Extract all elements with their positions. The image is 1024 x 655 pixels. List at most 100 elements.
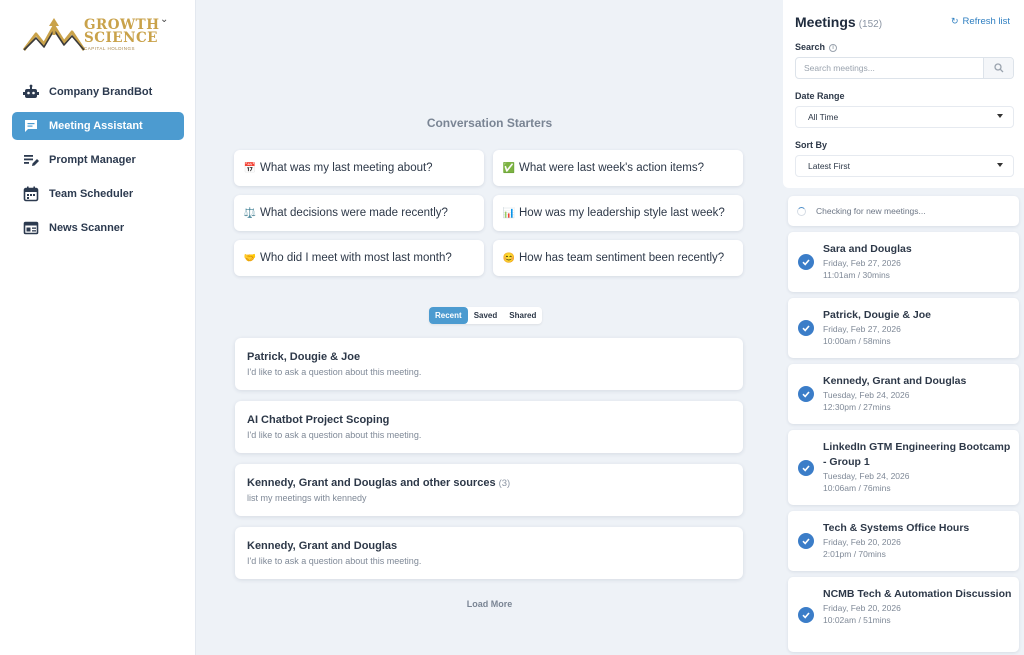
meeting-card[interactable]: Kennedy, Grant and Douglas Tuesday, Feb … (788, 364, 1019, 424)
meeting-title: Tech & Systems Office Hours (823, 522, 970, 534)
sidebar-item-label: Company BrandBot (49, 86, 153, 98)
sidebar-item-company-brandbot[interactable]: Company BrandBot (12, 78, 184, 106)
smile-emoji-icon: 😊 (502, 252, 516, 264)
handshake-emoji-icon: 🤝 (243, 252, 257, 264)
conversation-title: Patrick, Dougie & Joe (247, 351, 743, 363)
meetings-count: (152) (858, 19, 883, 30)
checkmark-icon (798, 460, 814, 476)
conversation-item[interactable]: AI Chatbot Project Scoping I'd like to a… (235, 401, 743, 453)
starter-text: What decisions were made recently? (260, 207, 448, 219)
main-content: Conversation Starters 📅 What was my last… (197, 0, 782, 655)
conversation-item[interactable]: Kennedy, Grant and Douglas I'd like to a… (235, 527, 743, 579)
starter-text: Who did I meet with most last month? (260, 252, 452, 264)
meeting-card[interactable]: LinkedIn GTM Engineering Bootcamp - Grou… (788, 430, 1019, 505)
conversation-subtitle: I'd like to ask a question about this me… (247, 367, 422, 377)
sort-by-select[interactable]: Latest First (795, 155, 1014, 177)
checking-status-text: Checking for new meetings... (816, 206, 926, 216)
meeting-title: Sara and Douglas (823, 243, 912, 255)
brand-logo[interactable]: GROWTH SCIENCE CAPITAL HOLDINGS (22, 14, 182, 56)
meeting-card[interactable]: Sara and Douglas Friday, Feb 27, 2026 11… (788, 232, 1019, 292)
brand-name-line2: SCIENCE (84, 30, 158, 47)
meetings-panel: Meetings(152) ↻ Refresh list Searchi Dat… (783, 0, 1024, 655)
info-icon[interactable]: i (829, 43, 838, 52)
meeting-date: Friday, Feb 27, 2026 (823, 258, 901, 268)
tab-shared[interactable]: Shared (503, 307, 542, 324)
meeting-date: Tuesday, Feb 24, 2026 (823, 390, 910, 400)
checkmark-icon (798, 320, 814, 336)
calendar-icon (22, 186, 40, 202)
checkmark-icon (798, 607, 814, 623)
meeting-card[interactable]: Patrick, Dougie & Joe Friday, Feb 27, 20… (788, 298, 1019, 358)
sidebar-nav: Company BrandBot Meeting Assistant Promp… (12, 78, 184, 248)
meeting-time: 10:00am / 58mins (823, 336, 891, 346)
sort-by-label: Sort By (795, 140, 828, 150)
conversation-subtitle: I'd like to ask a question about this me… (247, 556, 422, 566)
search-label-row: Search i (795, 42, 838, 52)
meeting-title: Patrick, Dougie & Joe (823, 309, 931, 321)
sort-by-value: Latest First (808, 161, 851, 171)
chevron-down-icon[interactable]: ⌄ (160, 14, 168, 25)
starter-team-sentiment[interactable]: 😊 How has team sentiment been recently? (493, 240, 743, 276)
sidebar-item-news-scanner[interactable]: News Scanner (12, 214, 184, 242)
robot-icon (22, 84, 40, 100)
sidebar-item-team-scheduler[interactable]: Team Scheduler (12, 180, 184, 208)
starter-text: How has team sentiment been recently? (519, 252, 725, 264)
starter-decisions[interactable]: ⚖️ What decisions were made recently? (234, 195, 484, 231)
checking-status: Checking for new meetings... (788, 196, 1019, 226)
caret-down-icon (997, 163, 1003, 167)
starter-met-most[interactable]: 🤝 Who did I meet with most last month? (234, 240, 484, 276)
sidebar-item-label: Team Scheduler (49, 188, 134, 200)
conversation-tabs: Recent Saved Shared (429, 307, 543, 324)
conversation-item[interactable]: Patrick, Dougie & Joe I'd like to ask a … (235, 338, 743, 390)
refresh-icon: ↻ (951, 16, 959, 26)
conversation-title-text: AI Chatbot Project Scoping (247, 414, 390, 426)
starter-text: What was my last meeting about? (260, 162, 433, 174)
sidebar-item-meeting-assistant[interactable]: Meeting Assistant (12, 112, 184, 140)
tab-recent[interactable]: Recent (429, 307, 468, 324)
sidebar-item-prompt-manager[interactable]: Prompt Manager (12, 146, 184, 174)
meeting-time: 11:01am / 30mins (823, 270, 890, 280)
conversation-source-count: (3) (498, 478, 511, 489)
caret-down-icon (997, 114, 1003, 118)
meeting-date: Friday, Feb 27, 2026 (823, 324, 901, 334)
chat-icon (22, 118, 40, 134)
edit-icon (22, 152, 40, 168)
refresh-list-button[interactable]: ↻ Refresh list (951, 16, 1010, 27)
mountain-logo-icon (22, 18, 86, 51)
calendar-emoji-icon: 📅 (243, 162, 257, 174)
conversation-title: AI Chatbot Project Scoping (247, 414, 743, 426)
meeting-time: 2:01pm / 70mins (823, 549, 886, 559)
starter-leadership-style[interactable]: 📊 How was my leadership style last week? (493, 195, 743, 231)
meeting-time: 10:02am / 51mins (823, 615, 891, 625)
starter-action-items[interactable]: ✅ What were last week's action items? (493, 150, 743, 186)
sidebar-item-label: Meeting Assistant (49, 120, 143, 132)
search-icon (993, 63, 1003, 73)
meeting-card[interactable]: Tech & Systems Office Hours Friday, Feb … (788, 511, 1019, 571)
meeting-card[interactable]: NCMB Tech & Automation Discussion Friday… (788, 577, 1019, 652)
meetings-title: Meetings (152) (795, 14, 882, 30)
conversation-title-text: Patrick, Dougie & Joe (247, 351, 361, 363)
starter-last-meeting[interactable]: 📅 What was my last meeting about? (234, 150, 484, 186)
search-box (795, 57, 1014, 79)
conversation-starters-title: Conversation Starters (426, 116, 553, 130)
conversation-subtitle: I'd like to ask a question about this me… (247, 430, 422, 440)
date-range-value: All Time (808, 112, 839, 122)
date-range-select[interactable]: All Time (795, 106, 1014, 128)
conversation-item[interactable]: Kennedy, Grant and Douglas and other sou… (235, 464, 743, 516)
checkmark-icon (798, 254, 814, 270)
load-more-button[interactable]: Load More (197, 599, 782, 609)
checkmark-icon (798, 533, 814, 549)
search-button[interactable] (983, 58, 1013, 78)
tab-saved[interactable]: Saved (468, 307, 504, 324)
check-emoji-icon: ✅ (502, 162, 516, 174)
sidebar-item-label: Prompt Manager (49, 154, 136, 166)
search-input[interactable] (796, 58, 983, 78)
date-range-label: Date Range (795, 91, 845, 101)
meeting-time: 10:06am / 76mins (823, 483, 891, 493)
newspaper-icon (22, 220, 40, 236)
meeting-date: Friday, Feb 20, 2026 (823, 537, 901, 547)
meeting-time: 12:30pm / 27mins (823, 402, 891, 412)
meeting-date: Friday, Feb 20, 2026 (823, 603, 901, 613)
meeting-title: LinkedIn GTM Engineering Bootcamp - Grou… (823, 441, 1011, 468)
sidebar: GROWTH SCIENCE CAPITAL HOLDINGS ⌄ Compan… (0, 0, 196, 655)
